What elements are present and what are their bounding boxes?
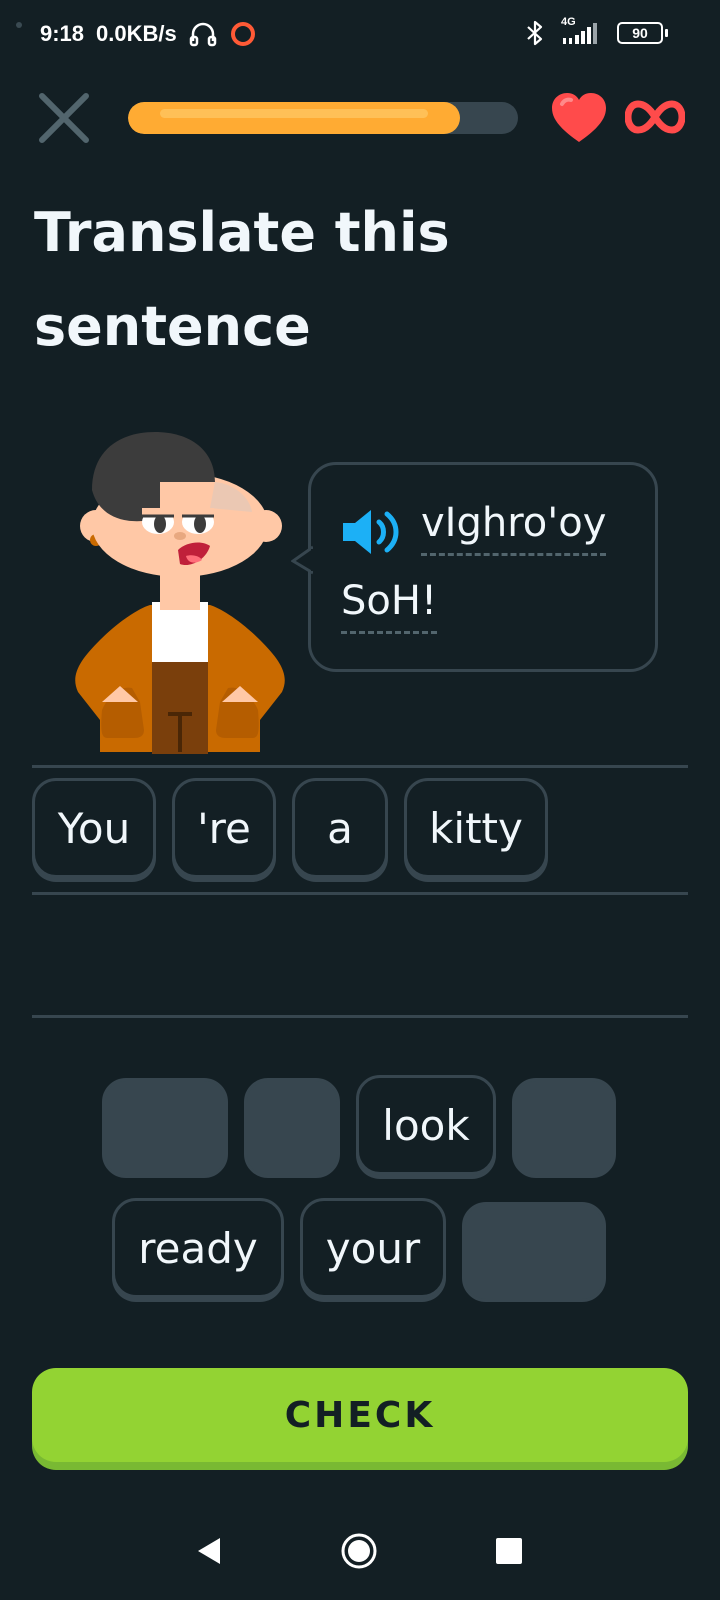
speaker-icon[interactable] xyxy=(341,507,405,557)
check-button[interactable]: CHECK xyxy=(32,1368,688,1462)
word-bank-slot-used xyxy=(244,1078,340,1178)
word-bank-slot-used xyxy=(462,1202,606,1302)
bluetooth-icon xyxy=(527,20,543,46)
status-right: 4G 90 xyxy=(525,16,668,46)
answer-line-middle xyxy=(32,892,688,895)
prompt-word[interactable]: SoH! xyxy=(341,573,437,634)
back-icon[interactable] xyxy=(196,1536,222,1566)
word-bank-chip[interactable]: ready xyxy=(112,1198,284,1298)
signal-icon xyxy=(563,23,597,44)
record-icon xyxy=(230,22,255,46)
character-illustration xyxy=(75,432,285,754)
headset-icon xyxy=(189,22,217,47)
answer-line-bottom xyxy=(32,1015,688,1018)
word-bank-chip[interactable]: your xyxy=(300,1198,446,1298)
word-bank-chip[interactable]: look xyxy=(356,1075,496,1175)
battery-level: 90 xyxy=(617,22,663,44)
status-net-speed: 0.0KB/s xyxy=(96,21,177,46)
recents-icon[interactable] xyxy=(496,1538,522,1564)
page-title: Translate this sentence xyxy=(34,201,450,358)
infinity-icon xyxy=(625,100,685,134)
bubble-tail xyxy=(291,545,313,575)
word-bank-slot-used xyxy=(102,1078,228,1178)
progress-fill xyxy=(128,102,460,134)
battery-icon: 90 xyxy=(617,22,668,44)
close-icon[interactable] xyxy=(34,88,94,148)
status-bar: 9:18 0.0KB/s 4G 90 xyxy=(0,0,720,72)
signal-indicator: 4G xyxy=(561,16,601,46)
word-bank-slot-used xyxy=(512,1078,616,1178)
status-left: 9:18 0.0KB/s xyxy=(40,20,257,48)
lesson-progress-bar xyxy=(128,102,518,134)
notification-dot xyxy=(16,22,22,28)
answer-chip[interactable]: kitty xyxy=(404,778,548,878)
prompt-word[interactable]: vIghro'oy xyxy=(421,495,607,556)
answer-chip[interactable]: You xyxy=(32,778,156,878)
home-icon[interactable] xyxy=(340,1532,378,1570)
answer-line-top xyxy=(32,765,688,768)
heart-icon[interactable] xyxy=(550,92,608,144)
speech-bubble: vIghro'oy SoH! xyxy=(291,462,658,672)
answer-chip[interactable]: a xyxy=(292,778,388,878)
answer-chip[interactable]: 're xyxy=(172,778,276,878)
status-time: 9:18 xyxy=(40,21,85,46)
